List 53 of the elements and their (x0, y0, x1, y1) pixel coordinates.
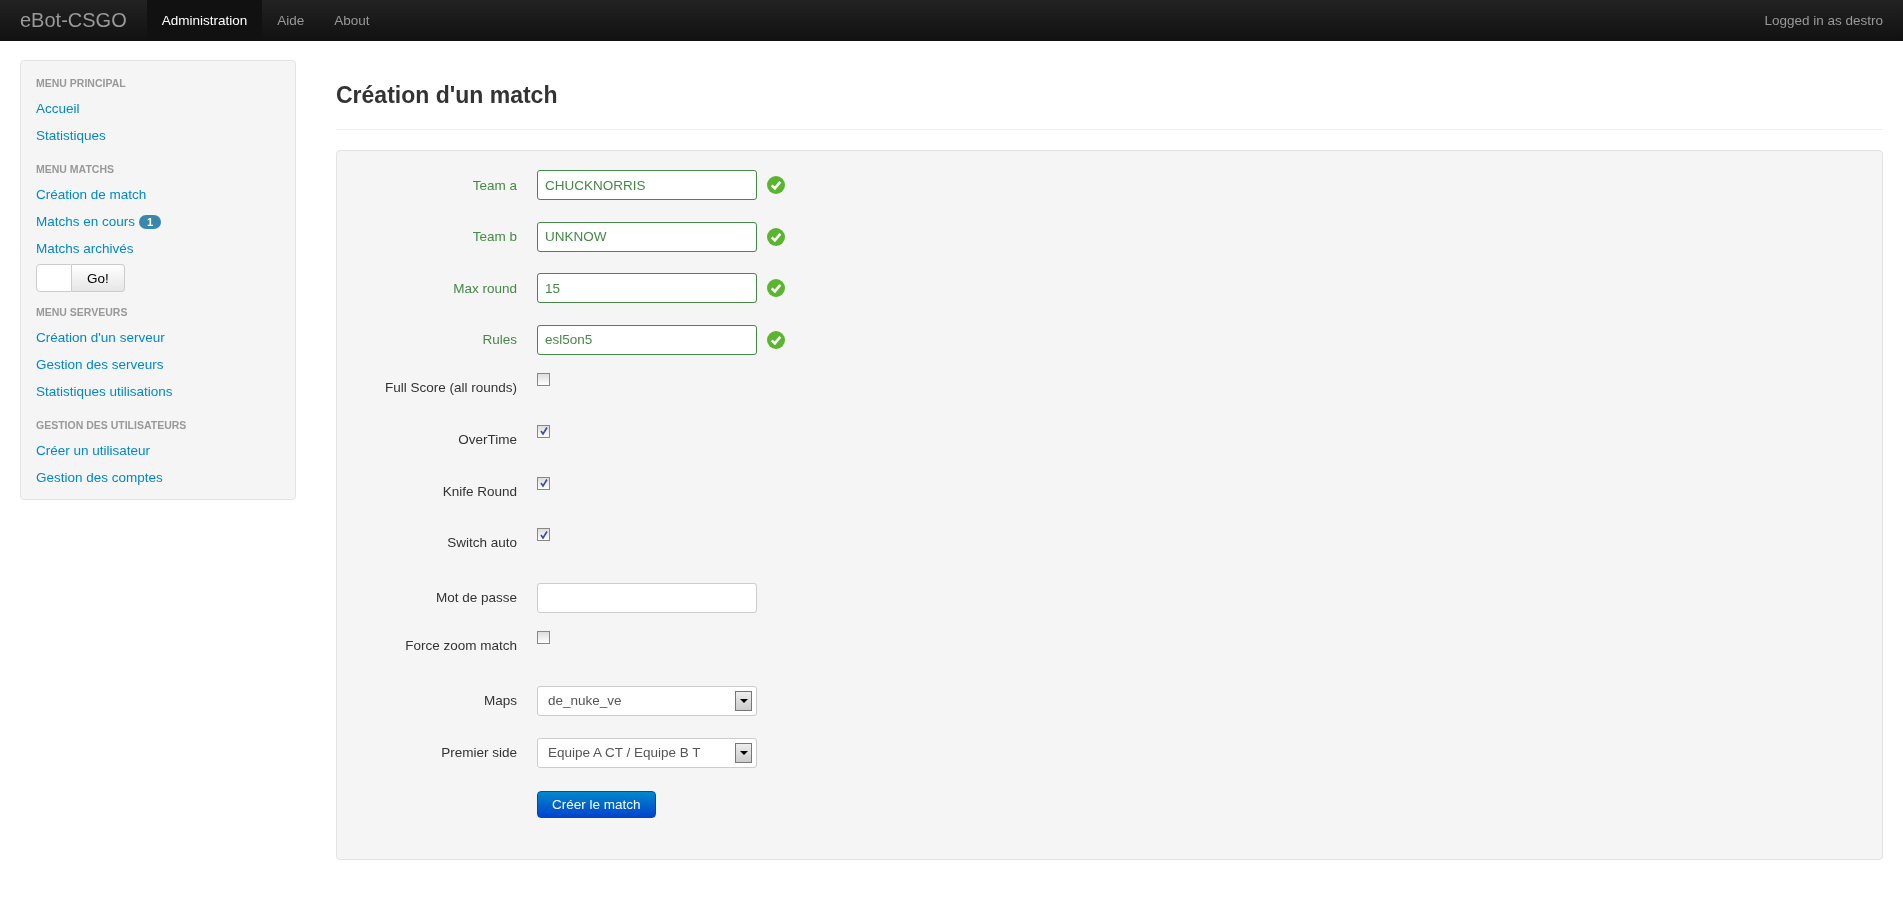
sidebar-link[interactable]: Création de match (36, 187, 147, 202)
input-field[interactable] (537, 582, 757, 613)
sidebar-link[interactable]: Matchs archivés (36, 241, 134, 256)
check-icon (767, 227, 785, 246)
user-status: Logged in as destro (1764, 13, 1883, 28)
select-dropdown[interactable]: Equipe A CT / Equipe B T (537, 737, 757, 768)
field-label: Rules (481, 332, 518, 348)
search-field[interactable] (36, 264, 72, 292)
menu-heading: MENU SERVEURS (36, 306, 129, 318)
checkbox[interactable] (537, 373, 550, 387)
sidebar-link[interactable]: Gestion des serveurs (36, 357, 164, 372)
field-label: Force zoom match (404, 637, 518, 654)
count-badge: 1 (139, 214, 162, 229)
select-dropdown[interactable]: de_nuke_ve (537, 685, 757, 716)
go-button[interactable]: Go! (72, 264, 125, 292)
sidebar-link[interactable]: Accueil (36, 101, 80, 116)
menu-heading: MENU PRINCIPAL (36, 77, 127, 89)
field-label: Team a (471, 177, 518, 193)
sidebar-link[interactable]: Créer un utilisateur (36, 443, 151, 458)
page-title: Création d'un match (336, 70, 1883, 130)
sidebar-link[interactable]: Matchs en cours (36, 214, 136, 229)
checkbox[interactable] (537, 424, 550, 438)
nav-tab[interactable]: About (319, 0, 385, 41)
field-label: OverTime (457, 430, 518, 447)
checkbox[interactable] (537, 476, 550, 490)
field-label: Knife Round (441, 482, 518, 499)
field-label: Switch auto (446, 534, 518, 551)
input-field[interactable]: esl5on5 (537, 324, 757, 355)
check-icon (767, 279, 785, 298)
menu-heading: MENU MATCHS (36, 163, 115, 175)
field-label: Max round (452, 280, 518, 296)
caret-icon (739, 698, 748, 703)
check-icon (767, 176, 785, 194)
sidebar-link[interactable]: Création d'un serveur (36, 330, 165, 345)
field-label: Maps (483, 693, 518, 709)
field-label: Team b (471, 229, 518, 245)
sidebar-link[interactable]: Statistiques (36, 128, 106, 143)
caret-icon (739, 750, 748, 755)
field-label: Premier side (440, 745, 518, 761)
field-label: Full Score (all rounds) (383, 379, 518, 396)
brand-logo[interactable]: eBot-CSGO (20, 9, 127, 32)
field-label: Mot de passe (434, 590, 518, 606)
nav-tab[interactable]: Aide (262, 0, 320, 41)
sidebar-link[interactable]: Gestion des comptes (36, 470, 163, 485)
check-icon (767, 330, 785, 349)
sidebar-link[interactable]: Statistiques utilisations (36, 384, 173, 399)
checkbox[interactable] (537, 631, 550, 645)
menu-heading: GESTION DES UTILISATEURS (36, 419, 188, 431)
input-field[interactable]: 15 (537, 273, 757, 304)
checkbox[interactable] (537, 528, 550, 542)
submit-button[interactable]: Créer le match (537, 790, 656, 818)
input-field[interactable]: CHUCKNORRIS (537, 170, 757, 200)
input-field[interactable]: UNKNOW (537, 221, 757, 252)
